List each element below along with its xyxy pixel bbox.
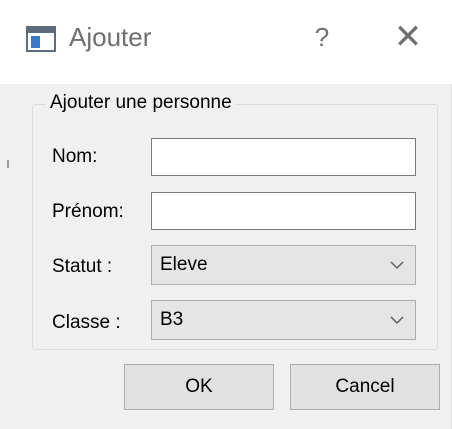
classe-label: Classe : (52, 312, 121, 333)
nom-label: Nom: (52, 146, 98, 167)
nom-input[interactable] (151, 138, 416, 176)
close-button[interactable]: ✕ (380, 14, 436, 60)
statut-label: Statut : (52, 256, 113, 277)
help-button[interactable]: ? (308, 22, 336, 52)
title-bar[interactable]: Ajouter ? ✕ (0, 0, 452, 84)
classe-combobox[interactable]: B3 (151, 300, 416, 340)
chevron-down-icon (390, 261, 404, 270)
statut-selected-value: Eleve (160, 254, 208, 275)
window-title: Ajouter (69, 22, 152, 52)
statut-combobox[interactable]: Eleve (151, 245, 416, 285)
prenom-label: Prénom: (52, 201, 124, 222)
add-person-dialog: Ajouter ? ✕ Ajouter une personne Nom: Pr… (0, 0, 452, 429)
chevron-down-icon (390, 316, 404, 325)
window-app-icon (26, 26, 56, 52)
groupbox-title: Ajouter une personne (46, 92, 236, 114)
close-icon: ✕ (393, 18, 423, 56)
prenom-input[interactable] (151, 192, 416, 230)
cancel-button[interactable]: Cancel (290, 364, 440, 410)
edge-mark (7, 160, 9, 168)
classe-selected-value: B3 (160, 309, 184, 330)
ok-button[interactable]: OK (124, 364, 274, 410)
